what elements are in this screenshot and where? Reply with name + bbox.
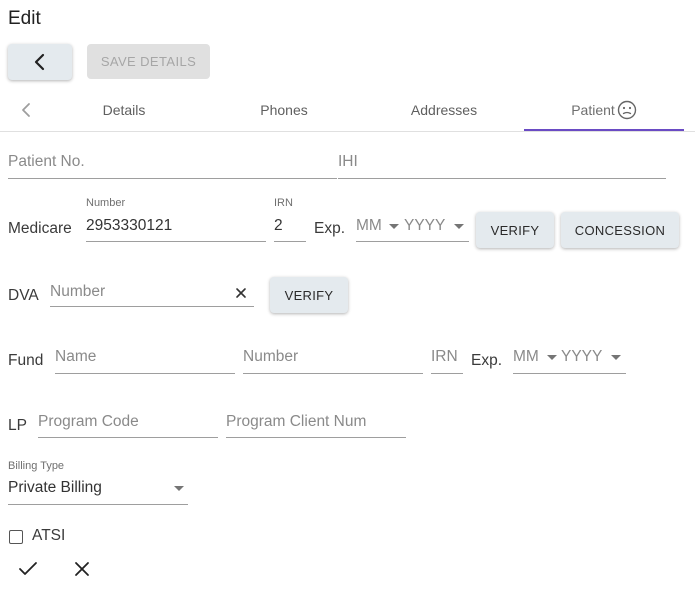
medicare-exp-underline — [356, 241, 469, 242]
lp-label: LP — [8, 417, 27, 434]
concession-button[interactable]: CONCESSION — [561, 212, 679, 248]
fund-name-field[interactable]: Name — [55, 348, 96, 366]
medicare-label: Medicare — [8, 220, 72, 237]
dva-number-underline — [50, 306, 254, 307]
check-icon[interactable] — [18, 561, 38, 577]
patient-no-field[interactable]: Patient No. — [8, 153, 85, 171]
fund-month-select[interactable]: MM — [513, 348, 539, 366]
atsi-checkbox[interactable] — [9, 530, 23, 544]
medicare-irn-field[interactable]: 2 — [274, 217, 283, 235]
fund-number-field[interactable]: Number — [243, 348, 298, 366]
program-code-field[interactable]: Program Code — [38, 413, 139, 431]
fund-year-select[interactable]: YYYY — [561, 348, 602, 366]
dva-label: DVA — [8, 287, 39, 304]
tab-phones[interactable]: Phones — [204, 88, 364, 132]
neutral-face-icon — [617, 100, 636, 120]
medicare-year-select[interactable]: YYYY — [404, 217, 445, 235]
billing-type-underline — [8, 504, 188, 505]
chevron-left-icon — [22, 103, 30, 117]
page-title: Edit — [8, 8, 41, 29]
fund-label: Fund — [8, 352, 44, 369]
fund-irn-underline — [431, 373, 463, 374]
tab-details[interactable]: Details — [44, 88, 204, 132]
close-icon[interactable] — [235, 287, 247, 299]
save-details-button[interactable]: SAVE DETAILS — [87, 44, 210, 79]
caret-down-icon — [547, 355, 557, 360]
tab-scroll-prev-button[interactable] — [8, 88, 44, 132]
dva-verify-button[interactable]: VERIFY — [270, 277, 348, 313]
billing-type-label: Billing Type — [8, 460, 65, 472]
atsi-label: ATSI — [32, 527, 66, 544]
tab-bar: Details Phones Addresses Patient — [0, 88, 695, 132]
caret-down-icon — [611, 355, 621, 360]
medicare-month-select[interactable]: MM — [356, 217, 382, 235]
medicare-verify-button[interactable]: VERIFY — [476, 212, 554, 248]
tab-label: Phones — [260, 102, 308, 118]
fund-exp-underline — [513, 373, 626, 374]
medicare-number-field[interactable]: 2953330121 — [86, 217, 172, 235]
ihi-underline — [338, 178, 666, 179]
fund-irn-field[interactable]: IRN — [431, 348, 458, 366]
back-button[interactable] — [8, 44, 72, 80]
active-tab-indicator — [524, 129, 684, 131]
program-client-num-field[interactable]: Program Client Num — [226, 413, 366, 431]
program-code-underline — [38, 437, 218, 438]
caret-down-icon — [389, 224, 399, 229]
close-icon[interactable] — [74, 561, 90, 577]
tab-label: Patient — [571, 102, 615, 118]
tab-label: Details — [102, 102, 146, 118]
medicare-irn-underline — [274, 241, 306, 242]
fund-number-underline — [243, 373, 423, 374]
tab-patient[interactable]: Patient — [524, 88, 684, 132]
fund-name-underline — [55, 373, 235, 374]
billing-type-select[interactable]: Private Billing — [8, 479, 102, 497]
medicare-number-underline — [86, 241, 266, 242]
caret-down-icon — [174, 486, 184, 491]
medicare-exp-label: Exp. — [314, 220, 346, 237]
tab-label: Addresses — [410, 102, 478, 118]
patient-no-underline — [8, 178, 337, 179]
caret-down-icon — [454, 224, 464, 229]
dva-number-field[interactable]: Number — [50, 283, 105, 301]
chevron-left-icon — [34, 53, 45, 71]
tab-addresses[interactable]: Addresses — [364, 88, 524, 132]
medicare-number-label: Number — [86, 197, 126, 209]
fund-exp-label: Exp. — [471, 352, 503, 369]
ihi-field[interactable]: IHI — [338, 153, 358, 171]
program-client-num-underline — [226, 437, 406, 438]
medicare-irn-label: IRN — [274, 197, 293, 209]
